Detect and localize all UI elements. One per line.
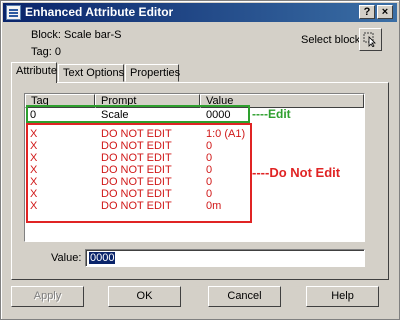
select-block-label: Select block [301,34,361,46]
tab-text-options[interactable]: Text Options [58,64,124,82]
cancel-button[interactable]: Cancel [208,286,281,307]
ok-button[interactable]: OK [108,286,181,307]
help-title-button[interactable]: ? [359,5,375,19]
value-input-text: 0000 [89,252,116,264]
do-not-edit-highlight-box [26,123,252,223]
app-icon [6,5,21,20]
close-button[interactable]: × [377,5,393,19]
block-info: Block: Scale bar-S Tag: 0 [31,27,121,61]
select-cursor-icon [363,32,376,47]
window-title: Enhanced Attribute Editor [25,5,174,19]
value-input[interactable]: 0000 [85,249,365,267]
tab-attribute[interactable]: Attribute [11,62,57,83]
tab-properties[interactable]: Properties [125,64,180,82]
select-block-button[interactable] [359,28,382,51]
apply-button[interactable]: Apply [11,286,84,307]
value-label: Value: [51,252,82,264]
block-name: Block: Scale bar-S [31,29,122,41]
edit-highlight-box [26,105,250,123]
help-button[interactable]: Help [306,286,379,307]
dialog-window: Enhanced Attribute Editor ? × Block: Sca… [0,0,400,320]
edit-annotation: ----Edit [252,107,291,121]
do-not-edit-annotation: ----Do Not Edit [252,165,341,180]
tag-name: Tag: 0 [31,46,61,58]
title-bar[interactable]: Enhanced Attribute Editor ? × [3,3,397,22]
